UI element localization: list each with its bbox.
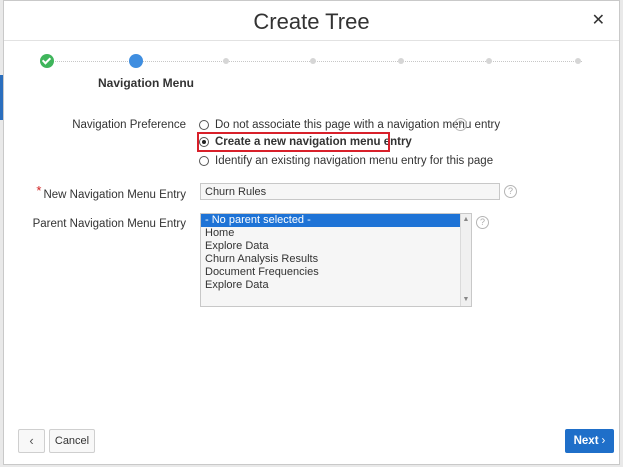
- scroll-down-icon[interactable]: ▼: [461, 295, 471, 305]
- chevron-right-icon: ›: [601, 435, 606, 447]
- radio-label: Identify an existing navigation menu ent…: [215, 155, 494, 167]
- highlight-annotation-box: [197, 132, 390, 152]
- help-icon[interactable]: ?: [454, 118, 467, 131]
- step-future-indicator: [310, 58, 316, 64]
- step-future-indicator: [575, 58, 581, 64]
- step-future-indicator: [486, 58, 492, 64]
- help-icon[interactable]: ?: [476, 216, 489, 229]
- navigation-preference-label: Navigation Preference: [72, 119, 186, 131]
- required-marker: *: [36, 183, 42, 198]
- help-icon[interactable]: ?: [504, 185, 517, 198]
- step-future-indicator: [398, 58, 404, 64]
- close-icon[interactable]: ✕: [592, 13, 605, 29]
- radio-button[interactable]: [199, 120, 209, 130]
- step-done-check-icon: [40, 54, 54, 68]
- list-option[interactable]: Document Frequencies: [201, 266, 471, 279]
- radio-identify-existing[interactable]: Identify an existing navigation menu ent…: [199, 153, 493, 169]
- step-current-indicator: [129, 54, 143, 68]
- scroll-up-icon[interactable]: ▲: [461, 215, 471, 225]
- next-button[interactable]: Next ›: [565, 429, 614, 453]
- next-button-label: Next: [573, 435, 599, 447]
- header-divider: [4, 40, 619, 41]
- parent-entry-listbox[interactable]: - No parent selected - Home Explore Data…: [200, 213, 472, 307]
- list-option-selected[interactable]: - No parent selected -: [201, 214, 471, 227]
- list-option[interactable]: Explore Data: [201, 279, 471, 292]
- dialog-title: Create Tree: [253, 9, 370, 34]
- create-tree-dialog: Create Tree ✕ Navigation Menu Navigation…: [3, 0, 620, 465]
- new-entry-label-text: New Navigation Menu Entry: [43, 189, 186, 201]
- step-future-indicator: [223, 58, 229, 64]
- list-option[interactable]: Explore Data: [201, 240, 471, 253]
- list-option[interactable]: Home: [201, 227, 471, 240]
- listbox-scrollbar[interactable]: ▲ ▼: [460, 214, 471, 306]
- new-entry-input[interactable]: [200, 183, 500, 200]
- cancel-button[interactable]: Cancel: [49, 429, 95, 453]
- parent-entry-label: Parent Navigation Menu Entry: [32, 218, 186, 230]
- new-entry-label: * New Navigation Menu Entry: [36, 183, 186, 201]
- radio-button[interactable]: [199, 156, 209, 166]
- chevron-left-icon: ‹: [29, 433, 34, 448]
- back-button[interactable]: ‹: [18, 429, 45, 453]
- wizard-progress: Navigation Menu: [4, 53, 619, 93]
- current-step-label: Navigation Menu: [98, 76, 195, 90]
- list-option[interactable]: Churn Analysis Results: [201, 253, 471, 266]
